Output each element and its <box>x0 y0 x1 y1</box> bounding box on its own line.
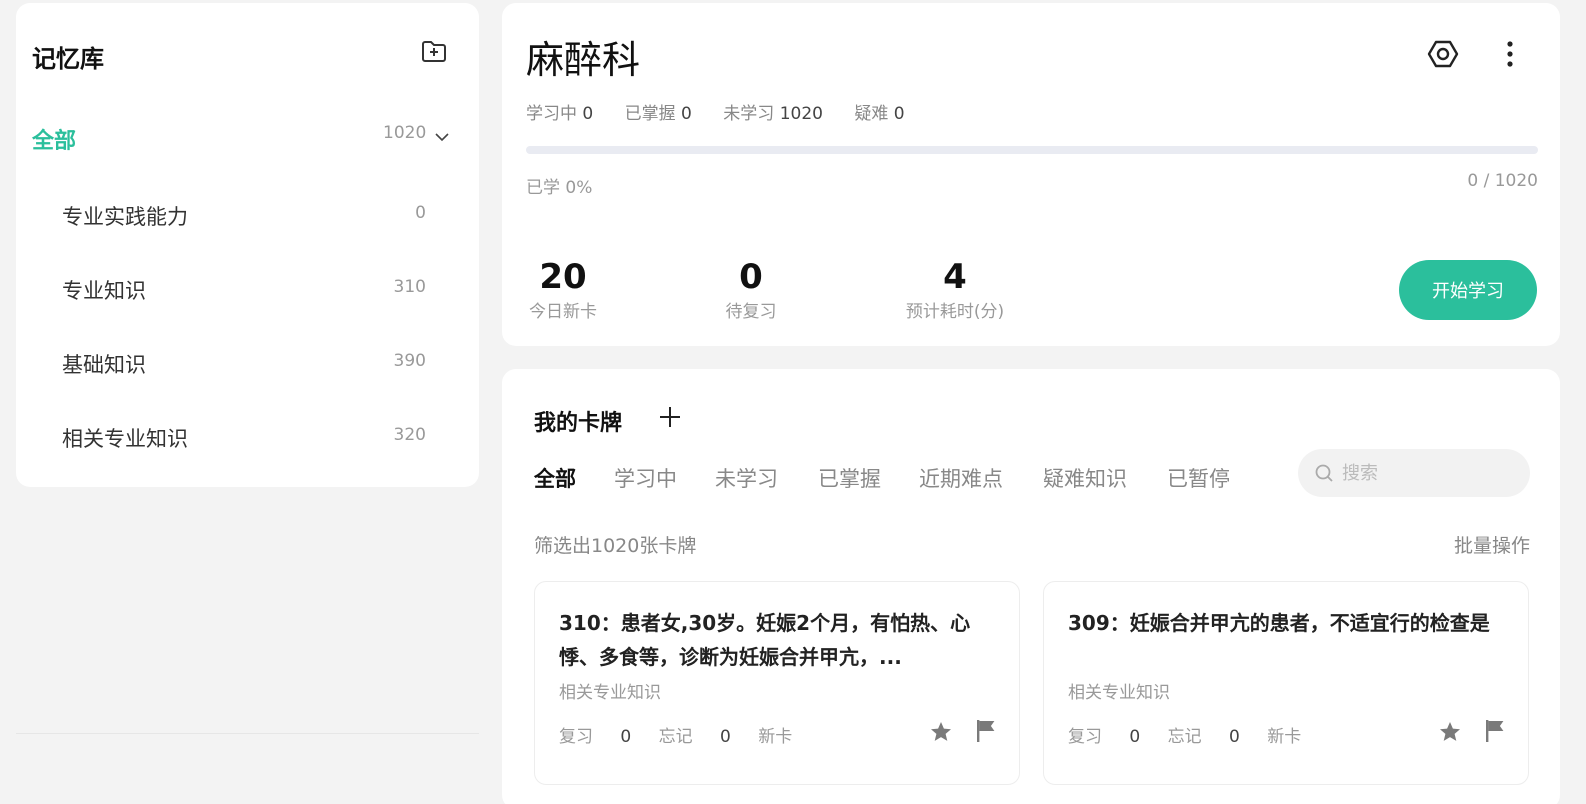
cards-section-title: 我的卡牌 <box>534 411 623 436</box>
tab-difficult-knowledge[interactable]: 疑难知识 <box>1043 463 1127 493</box>
card-category: 相关专业知识 <box>559 683 661 703</box>
card-category: 相关专业知识 <box>1068 683 1170 703</box>
deck-title: 麻醉科 <box>526 38 641 82</box>
tab-paused[interactable]: 已暂停 <box>1167 463 1230 493</box>
sidebar-item-label: 相关专业知识 <box>62 427 188 451</box>
star-icon[interactable] <box>929 720 953 744</box>
card-forget: 忘记 0 <box>1167 727 1240 747</box>
sidebar-item-label: 专业知识 <box>62 279 146 303</box>
metric-caption: 待复习 <box>725 302 777 322</box>
card-status: 新卡 <box>758 727 793 747</box>
card-status: 新卡 <box>1267 727 1302 747</box>
search-icon <box>1315 464 1333 482</box>
metric-value: 20 <box>539 257 587 297</box>
flashcard[interactable]: 309：妊娠合并甲亢的患者，不适宜行的检查是 相关专业知识 复习 0 忘记 0 … <box>1043 581 1529 785</box>
star-icon[interactable] <box>1438 720 1462 744</box>
settings-icon[interactable] <box>1426 37 1460 71</box>
cards-panel: 我的卡牌 全部 学习中 未学习 已掌握 近期难点 疑难知识 已暂停 筛选出102… <box>502 369 1560 804</box>
metric-value: 0 <box>739 257 763 297</box>
sidebar-panel: 记忆库 全部 1020 专业实践能力 0 专业知识 310 基础知识 390 相… <box>16 3 479 487</box>
sidebar-all-label: 全部 <box>32 129 77 154</box>
progress-bar <box>526 146 1538 154</box>
search-input[interactable] <box>1342 459 1512 487</box>
stat-difficult: 疑难 0 <box>854 104 905 124</box>
metric-to-review: 0 待复习 <box>718 259 784 322</box>
add-card-icon[interactable] <box>658 405 682 429</box>
tab-mastered[interactable]: 已掌握 <box>818 463 881 493</box>
sidebar-item-count: 0 <box>415 203 426 223</box>
stat-learning: 学习中 0 <box>526 104 594 124</box>
sidebar-item-count: 390 <box>393 351 426 371</box>
sidebar-item-basic[interactable]: 基础知识 390 <box>62 341 426 381</box>
deck-panel: 麻醉科 学习中 0 已掌握 0 未学习 1020 疑难 0 已学 0% 0 / … <box>502 3 1560 346</box>
more-vertical-icon[interactable] <box>1498 37 1522 71</box>
flashcard[interactable]: 310：患者女,30岁。妊娠2个月，有怕热、心悸、多食等，诊断为妊娠合并甲亢，.… <box>534 581 1020 785</box>
metric-new-cards: 20 今日新卡 <box>526 259 600 322</box>
new-folder-icon[interactable] <box>420 37 448 65</box>
card-question: 310：患者女,30岁。妊娠2个月，有怕热、心悸、多食等，诊断为妊娠合并甲亢，.… <box>559 611 971 669</box>
start-learning-button[interactable]: 开始学习 <box>1399 260 1537 320</box>
sidebar-item-related[interactable]: 相关专业知识 320 <box>62 415 426 455</box>
sidebar-item-practice[interactable]: 专业实践能力 0 <box>62 193 426 233</box>
card-review: 复习 0 <box>559 727 632 747</box>
card-question: 309：妊娠合并甲亢的患者，不适宜行的检查是 <box>1068 611 1490 635</box>
search-box[interactable] <box>1298 449 1530 497</box>
sidebar-title: 记忆库 <box>32 45 104 73</box>
sidebar-item-count: 310 <box>393 277 426 297</box>
chevron-down-icon[interactable] <box>434 129 450 145</box>
card-meta: 复习 0 忘记 0 新卡 <box>1068 722 1323 747</box>
card-forget: 忘记 0 <box>658 727 731 747</box>
sidebar-item-count: 320 <box>393 425 426 445</box>
tab-recent-difficult[interactable]: 近期难点 <box>919 463 1003 493</box>
sidebar-all-count: 1020 <box>383 123 427 143</box>
progress-count: 0 / 1020 <box>1467 171 1538 191</box>
metric-caption: 预计耗时(分) <box>905 302 1005 322</box>
metric-caption: 今日新卡 <box>529 302 597 322</box>
metric-est-time: 4 预计耗时(分) <box>898 259 1012 322</box>
card-review: 复习 0 <box>1068 727 1141 747</box>
batch-operation-link[interactable]: 批量操作 <box>1454 531 1530 558</box>
metric-value: 4 <box>943 257 967 297</box>
stat-unlearned: 未学习 1020 <box>723 104 823 124</box>
stat-mastered: 已掌握 0 <box>624 104 692 124</box>
tab-unlearned[interactable]: 未学习 <box>715 463 778 493</box>
flag-icon[interactable] <box>1484 718 1506 744</box>
tab-all[interactable]: 全部 <box>534 463 576 493</box>
tab-learning[interactable]: 学习中 <box>614 463 677 493</box>
progress-label: 已学 0% <box>526 178 593 198</box>
deck-stats: 学习中 0 已掌握 0 未学习 1020 疑难 0 <box>526 99 931 124</box>
card-meta: 复习 0 忘记 0 新卡 <box>559 722 814 747</box>
flag-icon[interactable] <box>975 718 997 744</box>
sidebar-item-label: 专业实践能力 <box>62 205 188 229</box>
sidebar-divider <box>16 733 479 734</box>
sidebar-item-professional[interactable]: 专业知识 310 <box>62 267 426 307</box>
filter-result-text: 筛选出1020张卡牌 <box>534 535 697 557</box>
sidebar-item-label: 基础知识 <box>62 353 146 377</box>
